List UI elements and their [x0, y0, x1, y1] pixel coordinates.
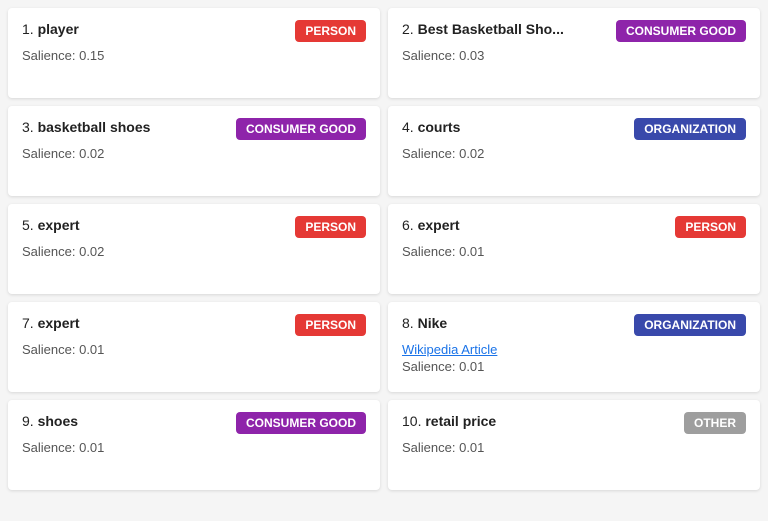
card-header: 3. basketball shoes CONSUMER GOOD — [22, 118, 366, 140]
card-header: 5. expert PERSON — [22, 216, 366, 238]
card-header: 10. retail price OTHER — [402, 412, 746, 434]
card-name: retail price — [425, 413, 496, 429]
salience-value: Salience: 0.01 — [22, 342, 366, 357]
card-name: Nike — [418, 315, 448, 331]
entity-badge: OTHER — [684, 412, 746, 434]
entity-card-5: 5. expert PERSON Salience: 0.02 — [8, 204, 380, 294]
card-title: 3. basketball shoes — [22, 118, 150, 136]
entity-badge: CONSUMER GOOD — [236, 412, 366, 434]
entity-badge: ORGANIZATION — [634, 314, 746, 336]
card-header: 6. expert PERSON — [402, 216, 746, 238]
card-title: 2. Best Basketball Sho... — [402, 20, 564, 38]
card-name: player — [38, 21, 79, 37]
card-header: 2. Best Basketball Sho... CONSUMER GOOD — [402, 20, 746, 42]
salience-value: Salience: 0.02 — [22, 146, 366, 161]
card-header: 4. courts ORGANIZATION — [402, 118, 746, 140]
card-name: shoes — [38, 413, 78, 429]
card-title: 6. expert — [402, 216, 460, 234]
entity-card-10: 10. retail price OTHER Salience: 0.01 — [388, 400, 760, 490]
card-name: expert — [418, 217, 460, 233]
card-number: 1. — [22, 21, 34, 37]
salience-value: Salience: 0.01 — [22, 440, 366, 455]
card-title: 1. player — [22, 20, 79, 38]
entity-card-7: 7. expert PERSON Salience: 0.01 — [8, 302, 380, 392]
entity-badge: CONSUMER GOOD — [616, 20, 746, 42]
card-name: expert — [38, 217, 80, 233]
salience-value: Salience: 0.01 — [402, 440, 746, 455]
entity-card-1: 1. player PERSON Salience: 0.15 — [8, 8, 380, 98]
salience-value: Salience: 0.01 — [402, 244, 746, 259]
entity-card-3: 3. basketball shoes CONSUMER GOOD Salience… — [8, 106, 380, 196]
card-title: 9. shoes — [22, 412, 78, 430]
card-title: 8. Nike — [402, 314, 447, 332]
entity-card-8: 8. Nike ORGANIZATION Wikipedia Article Sali… — [388, 302, 760, 392]
card-number: 10. — [402, 413, 421, 429]
salience-value: Salience: 0.02 — [402, 146, 746, 161]
card-header: 8. Nike ORGANIZATION — [402, 314, 746, 336]
card-number: 9. — [22, 413, 34, 429]
card-name: Best Basketball Sho... — [418, 21, 564, 37]
card-number: 8. — [402, 315, 414, 331]
card-header: 1. player PERSON — [22, 20, 366, 42]
card-number: 2. — [402, 21, 414, 37]
salience-value: Salience: 0.01 — [402, 359, 746, 374]
entity-card-9: 9. shoes CONSUMER GOOD Salience: 0.01 — [8, 400, 380, 490]
salience-value: Salience: 0.02 — [22, 244, 366, 259]
entity-card-4: 4. courts ORGANIZATION Salience: 0.02 — [388, 106, 760, 196]
card-name: basketball shoes — [38, 119, 151, 135]
salience-value: Salience: 0.03 — [402, 48, 746, 63]
entity-card-2: 2. Best Basketball Sho... CONSUMER GOOD Sa… — [388, 8, 760, 98]
salience-value: Salience: 0.15 — [22, 48, 366, 63]
card-title: 4. courts — [402, 118, 460, 136]
entity-badge: PERSON — [295, 216, 366, 238]
card-header: 9. shoes CONSUMER GOOD — [22, 412, 366, 434]
card-number: 4. — [402, 119, 414, 135]
card-number: 3. — [22, 119, 34, 135]
card-number: 5. — [22, 217, 34, 233]
card-number: 7. — [22, 315, 34, 331]
card-title: 10. retail price — [402, 412, 496, 430]
entity-badge: PERSON — [295, 314, 366, 336]
card-number: 6. — [402, 217, 414, 233]
card-title: 7. expert — [22, 314, 80, 332]
entity-card-6: 6. expert PERSON Salience: 0.01 — [388, 204, 760, 294]
card-header: 7. expert PERSON — [22, 314, 366, 336]
wikipedia-link[interactable]: Wikipedia Article — [402, 342, 746, 357]
entity-badge: CONSUMER GOOD — [236, 118, 366, 140]
entity-badge: ORGANIZATION — [634, 118, 746, 140]
card-title: 5. expert — [22, 216, 80, 234]
entity-badge: PERSON — [675, 216, 746, 238]
entity-badge: PERSON — [295, 20, 366, 42]
card-name: courts — [418, 119, 461, 135]
entities-grid: 1. player PERSON Salience: 0.15 2. Best Bas… — [8, 8, 760, 490]
card-name: expert — [38, 315, 80, 331]
